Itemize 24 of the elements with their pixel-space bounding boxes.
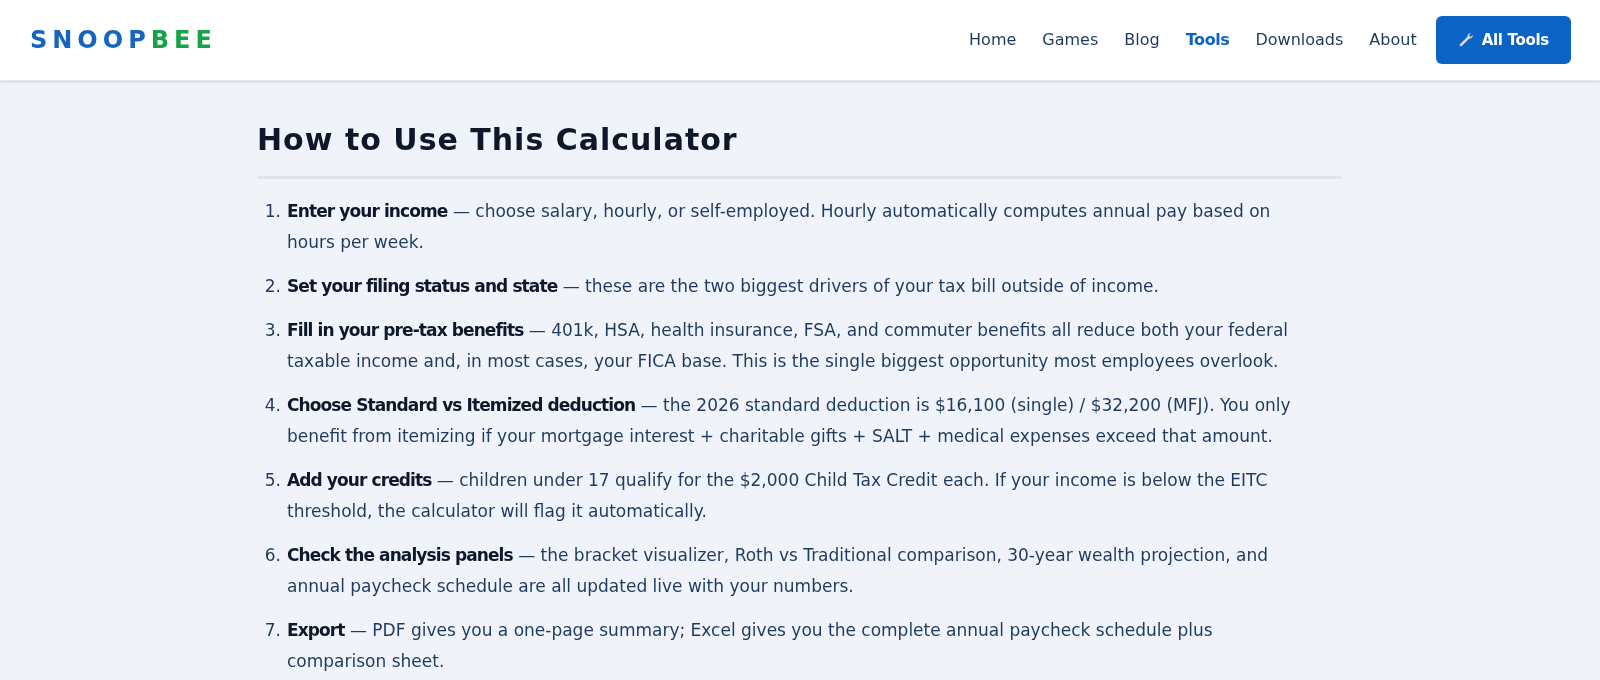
nav-link[interactable]: Downloads — [1255, 28, 1344, 52]
nav-link[interactable]: Home — [969, 28, 1017, 52]
step-text: Add your credits — children under 17 qualify for the $2,000 Child Tax Credit each. If your income is below the EITC threshold, the calculator will flag it automatically. — [287, 469, 1269, 523]
list-number: 5. — [263, 469, 281, 492]
wrench-icon — [1457, 32, 1474, 48]
list-number: 1. — [263, 200, 281, 223]
step-text: Enter your income — choose salary, hourly, or self-employed. Hourly automatically computes annual pay based on hours per week. — [287, 200, 1272, 254]
step-text: Export — PDF gives you a one-page summary; Excel gives you the complete annual paycheck schedule plus comparison sheet. — [287, 619, 1214, 673]
nav-link[interactable]: Tools — [1185, 28, 1230, 52]
logo-text[interactable]: SNOOP — [30, 28, 151, 52]
step-text: Check the analysis panels — the bracket visualizer, Roth vs Traditional comparison, 30-year wealth projection, and annual paycheck schedule are all updated live with your numbers. — [287, 544, 1270, 598]
all-tools-button[interactable]: All Tools — [1435, 16, 1571, 64]
list-number: 7. — [263, 619, 281, 642]
step-text: Choose Standard vs Itemized deduction — the 2026 standard deduction is $16,100 (single) / $32,200 (MFJ). You only benefit from itemizing if your mortgage interest + charitable gifts + SALT + medical expenses exceed that amount. — [287, 394, 1292, 448]
list-number: 6. — [263, 544, 281, 567]
list-number: 2. — [263, 275, 281, 298]
list-number: 3. — [263, 319, 281, 342]
step-text: Set your filing status and state — these are the two biggest drivers of your tax bill outside of income. — [287, 275, 1160, 298]
nav-link[interactable]: Games — [1042, 28, 1099, 52]
list-number: 4. — [263, 394, 281, 417]
nav-link[interactable]: About — [1369, 28, 1417, 52]
step-text: Fill in your pre-tax benefits — 401k, HSA, health insurance, FSA, and commuter benefits all reduce both your federal taxable income and, in most cases, your FICA base. This is the single biggest opportunity most employees overlook. — [287, 319, 1290, 373]
nav-link[interactable]: Blog — [1124, 28, 1160, 52]
section-heading: How to Use This Calculator — [257, 122, 738, 158]
